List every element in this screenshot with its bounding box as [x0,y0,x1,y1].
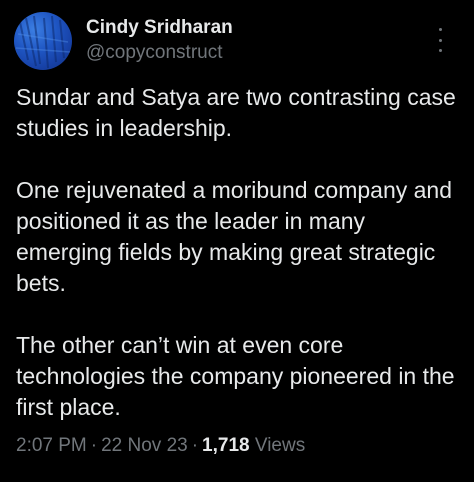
author-display-name[interactable]: Cindy Sridharan [86,16,233,40]
tweet-paragraph: Sundar and Satya are two contrasting cas… [16,84,456,141]
tweet-paragraph: One rejuvenated a moribund company and p… [16,177,453,296]
views-count: 1,718 [202,435,250,456]
tweet-date[interactable]: 22 Nov 23 [101,435,188,456]
more-vertical-icon[interactable] [432,28,448,52]
meta-separator: · [191,435,199,456]
author-names: Cindy Sridharan @copyconstruct [86,16,233,65]
avatar-image [15,15,71,69]
views-label: Views [254,435,306,456]
tweet-paragraph: The other can’t win at even core technol… [16,332,455,420]
avatar[interactable] [14,12,72,70]
tweet-time[interactable]: 2:07 PM [16,435,87,456]
tweet-card: Cindy Sridharan @copyconstruct Sundar an… [0,0,474,482]
meta-separator: · [90,435,98,456]
tweet-meta: 2:07 PM · 22 Nov 23 · 1,718 Views [16,434,305,458]
tweet-header: Cindy Sridharan @copyconstruct [14,10,460,70]
tweet-text: Sundar and Satya are two contrasting cas… [16,82,462,423]
author-handle[interactable]: @copyconstruct [86,41,233,65]
